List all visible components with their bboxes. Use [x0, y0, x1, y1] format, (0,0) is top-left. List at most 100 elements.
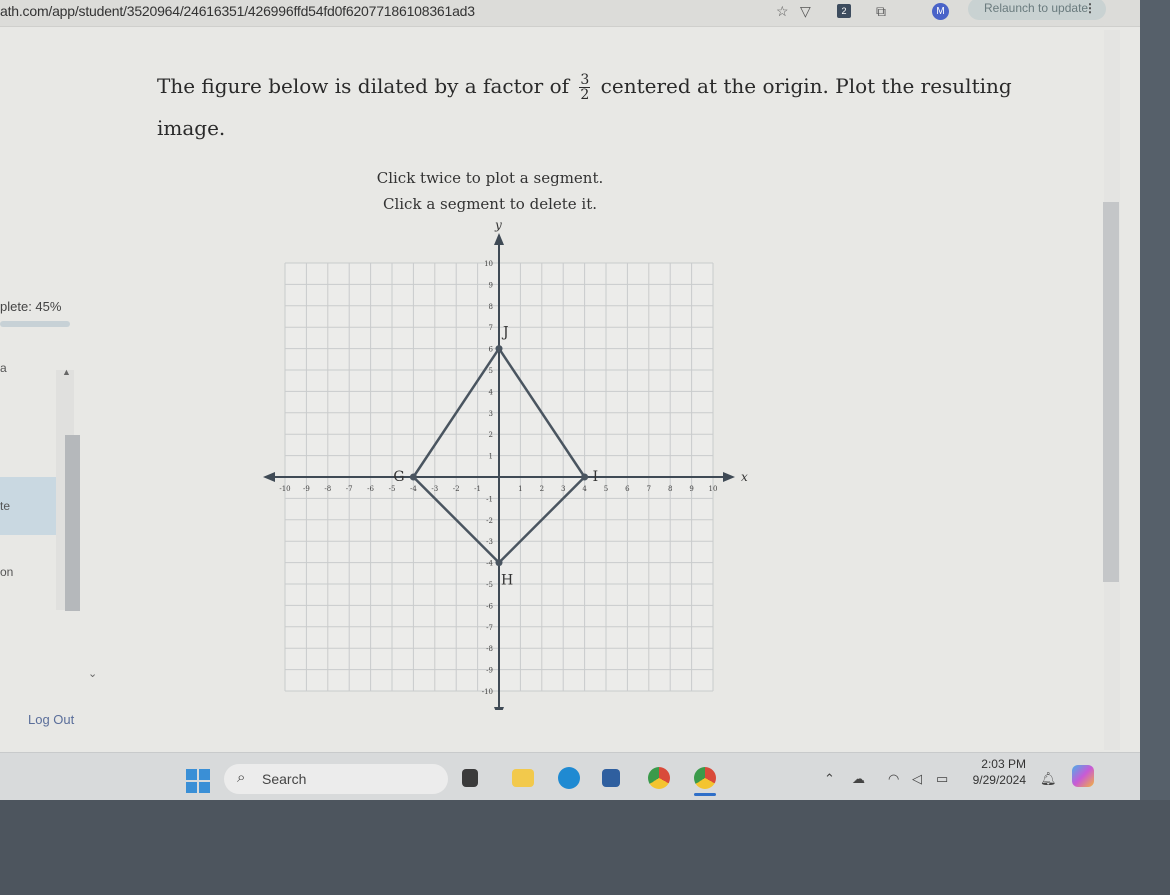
copilot-icon[interactable]	[1072, 765, 1094, 787]
x-tick-label: -9	[303, 485, 310, 493]
sidebar-item-3[interactable]: on	[0, 565, 13, 579]
scroll-up-icon[interactable]: ▲	[62, 367, 71, 377]
sidebar-item-1[interactable]: a	[0, 361, 7, 375]
windows-start-icon[interactable]	[186, 769, 210, 793]
battery-icon[interactable]: ▭	[936, 771, 948, 787]
sidebar-item-label: a	[0, 361, 7, 375]
x-tick-label: -10	[279, 485, 290, 493]
x-tick-label: -6	[367, 485, 374, 493]
volume-icon[interactable]: ◁	[912, 771, 922, 787]
x-tick-label: -4	[410, 485, 417, 493]
y-tick-label: -6	[486, 602, 493, 610]
y-tick-label: -1	[486, 495, 493, 503]
x-tick-label: 2	[540, 485, 544, 493]
file-explorer-icon[interactable]	[512, 769, 534, 787]
cloud-icon[interactable]: ☁	[852, 771, 865, 787]
y-tick-label: -9	[486, 667, 493, 675]
store-icon[interactable]	[602, 769, 620, 787]
y-tick-label: -10	[482, 688, 493, 696]
y-tick-label: 8	[489, 303, 493, 311]
fraction-denominator: 2	[580, 87, 590, 103]
question-text: The figure below is dilated by a factor …	[157, 65, 1017, 149]
y-axis-label: y	[494, 220, 502, 232]
page-scroll-thumb[interactable]	[1103, 202, 1119, 582]
x-tick-label: 8	[668, 485, 672, 493]
chevron-up-icon[interactable]: ⌃	[824, 771, 835, 787]
shield-extension-icon[interactable]: ▽	[800, 3, 811, 20]
profile-avatar[interactable]: M	[932, 3, 949, 20]
y-tick-label: 9	[489, 281, 493, 289]
vertex-point-I	[581, 473, 589, 481]
vertex-label-G: G	[393, 469, 404, 485]
bookmark-star-icon[interactable]: ☆	[776, 3, 789, 20]
progress-label: plete: 45%	[0, 299, 62, 314]
coordinate-graph[interactable]: x y -10 -9 -8 -7 -6 -5 -4 -3 -2 -1 1 2 3 4 5 6 7 8 9 10 -10 -9 -…	[258, 220, 758, 710]
x-tick-label: 10	[709, 485, 718, 493]
monitor-bezel-bottom	[0, 800, 1170, 895]
address-bar-url[interactable]: ath.com/app/student/3520964/24616351/426…	[0, 3, 475, 19]
x-tick-label: 3	[561, 485, 565, 493]
page-content: The figure below is dilated by a factor …	[0, 27, 1140, 752]
x-tick-label: 4	[582, 485, 587, 493]
search-icon: ⌕	[237, 769, 246, 786]
y-tick-label: -2	[486, 517, 493, 525]
x-tick-label: 7	[647, 485, 651, 493]
extensions-puzzle-icon[interactable]: ⧉	[876, 3, 886, 20]
y-axis-arrow-down	[494, 707, 504, 710]
y-tick-label: 7	[489, 324, 493, 332]
x-tick-label: 9	[689, 485, 693, 493]
extension-badge-icon[interactable]: 2	[837, 4, 851, 18]
taskbar-search[interactable]: ⌕ Search	[224, 764, 448, 794]
y-tick-label: 3	[489, 410, 493, 418]
y-tick-label: 6	[489, 346, 494, 354]
y-tick-label: 4	[489, 388, 494, 396]
chrome-profile-m-icon[interactable]	[694, 767, 716, 789]
chevron-down-icon[interactable]: ⌄	[88, 667, 97, 680]
x-axis-arrow-right	[723, 472, 735, 482]
instruction-delete: Click a segment to delete it.	[382, 195, 598, 213]
edge-icon[interactable]	[558, 767, 580, 789]
browser-menu-icon[interactable]: ⋮	[1084, 0, 1096, 18]
taskbar: ⌕ Search ⌃ ☁ ◠ ◁ ▭ 2:03 PM 9/29/2024 🔔︎	[0, 752, 1140, 801]
clock-date: 9/29/2024	[972, 773, 1026, 787]
relaunch-to-update-button[interactable]: Relaunch to update ⋮	[968, 0, 1106, 20]
x-tick-label: 1	[518, 485, 522, 493]
x-tick-label: -5	[389, 485, 396, 493]
x-tick-label: -3	[431, 485, 438, 493]
vertex-point-G	[409, 473, 417, 481]
sidebar-item-2-active[interactable]: te	[0, 477, 60, 535]
sidebar-item-label: on	[0, 565, 14, 579]
x-axis-arrow-left	[263, 472, 275, 482]
wifi-icon[interactable]: ◠	[888, 771, 899, 787]
browser-toolbar: ath.com/app/student/3520964/24616351/426…	[0, 0, 1140, 27]
fraction-numerator: 3	[579, 72, 591, 88]
monitor-bezel-right	[1140, 0, 1170, 895]
left-sidebar: plete: 45% a te on	[0, 27, 90, 579]
sidebar-scroll-thumb[interactable]	[65, 435, 80, 611]
progress-bar	[0, 321, 70, 327]
y-tick-label: -8	[486, 645, 493, 653]
task-view-icon[interactable]	[462, 769, 478, 787]
chrome-icon[interactable]	[648, 767, 670, 789]
x-axis-label: x	[741, 470, 748, 484]
x-tick-label: -2	[453, 485, 460, 493]
y-tick-label: -4	[486, 560, 493, 568]
screen: ath.com/app/student/3520964/24616351/426…	[0, 0, 1140, 801]
instruction-plot: Click twice to plot a segment.	[376, 169, 604, 187]
y-tick-label: 1	[489, 453, 493, 461]
relaunch-label: Relaunch to update	[984, 1, 1089, 15]
notification-bell-icon[interactable]: 🔔︎	[1040, 771, 1057, 787]
vertex-label-H: H	[501, 573, 513, 589]
vertex-label-I: I	[593, 469, 599, 485]
vertex-point-J	[495, 345, 503, 353]
y-tick-label: -5	[486, 581, 493, 589]
y-tick-label: 5	[489, 367, 493, 375]
x-tick-label: -1	[474, 485, 481, 493]
x-tick-label: 5	[604, 485, 608, 493]
sidebar-item-label: te	[0, 499, 11, 513]
logout-link[interactable]: Log Out	[28, 712, 74, 727]
vertex-point-H	[495, 559, 503, 567]
vertex-label-J: J	[501, 325, 509, 341]
x-tick-label: -8	[324, 485, 331, 493]
system-clock[interactable]: 2:03 PM 9/29/2024	[966, 756, 1026, 788]
